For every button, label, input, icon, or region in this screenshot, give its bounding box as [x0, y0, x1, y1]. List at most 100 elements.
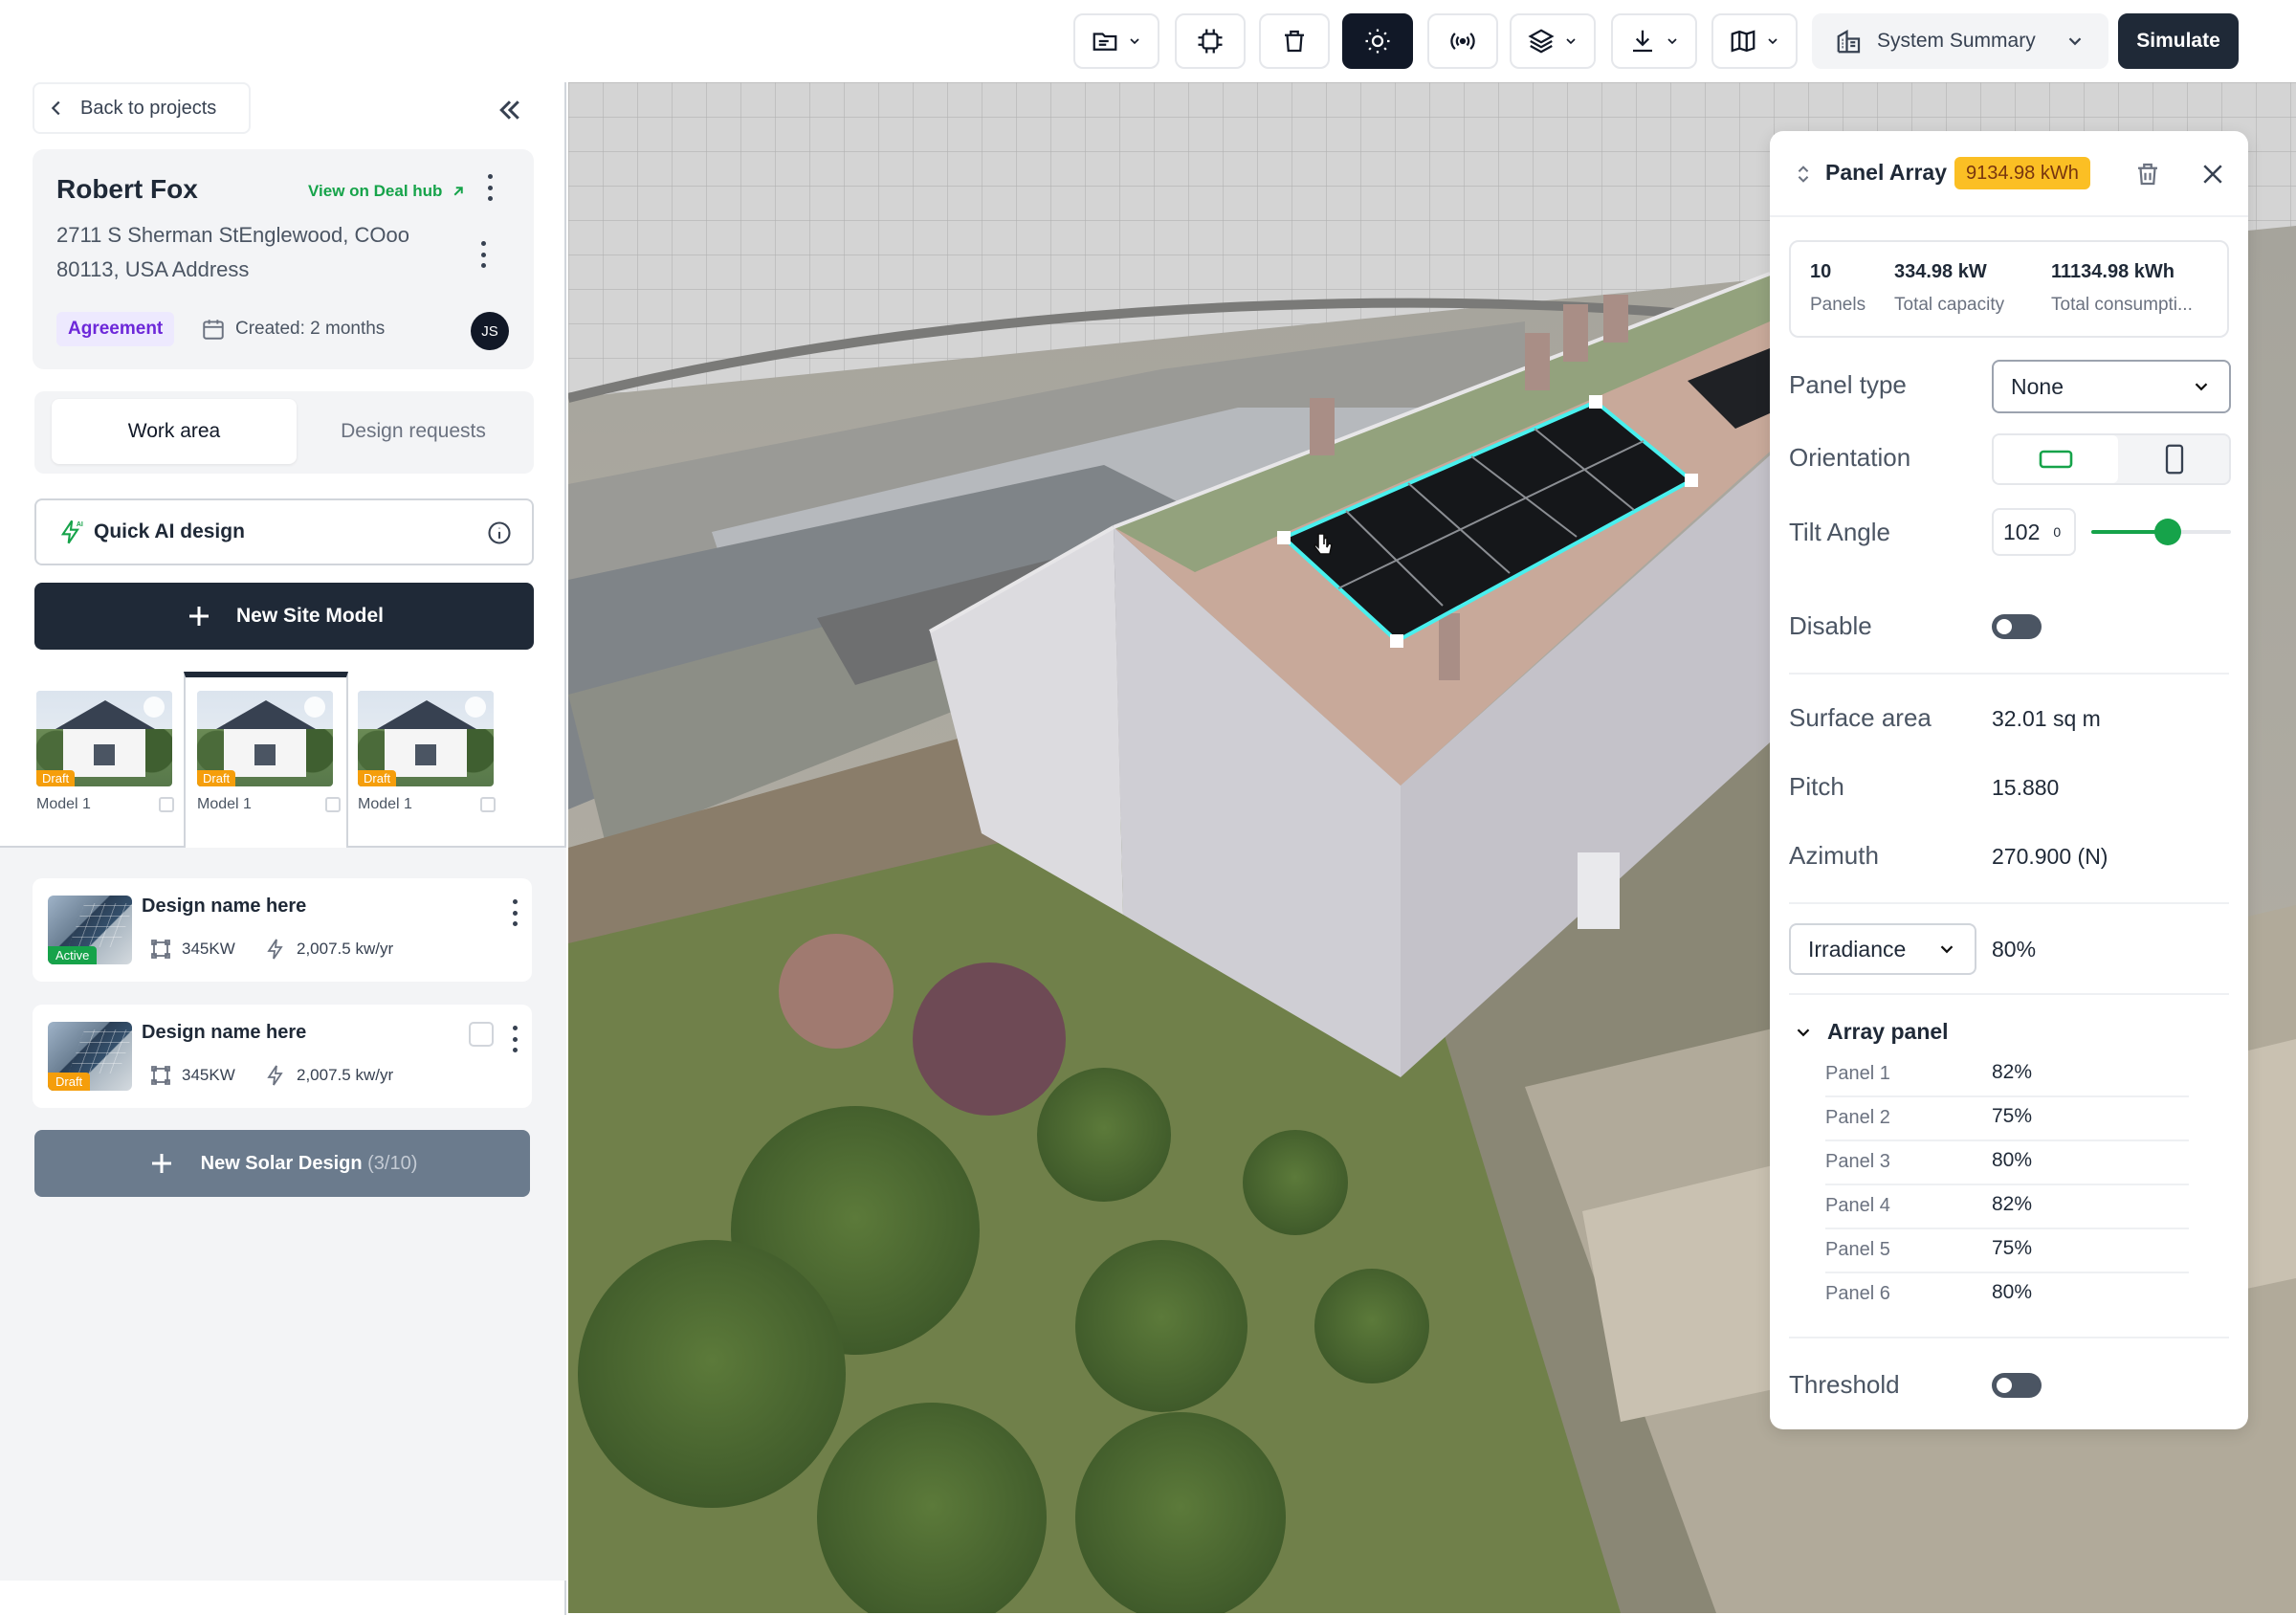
panel-percent: 82%	[1992, 1193, 2033, 1215]
map-menu-button[interactable]	[1711, 13, 1798, 69]
chip-tool-button[interactable]	[1175, 13, 1246, 69]
status-badge: Agreement	[56, 312, 175, 346]
download-menu-button[interactable]	[1611, 13, 1697, 69]
irradiance-label: Irradiance	[1808, 936, 1907, 962]
quick-ai-design-button[interactable]: AI Quick AI design	[34, 498, 534, 565]
new-solar-label: New Solar Design	[200, 1152, 363, 1174]
design-name: Design name here	[142, 1022, 307, 1043]
disable-label: Disable	[1789, 611, 1872, 640]
new-solar-design-button[interactable]: New Solar Design (3/10)	[34, 1130, 530, 1197]
panel-name: Panel 4	[1825, 1195, 1890, 1216]
irradiance-value: 80%	[1992, 937, 2037, 962]
layers-menu-button[interactable]	[1510, 13, 1596, 69]
site-model-card[interactable]: Draft Model 1	[36, 691, 180, 813]
bolt-icon	[267, 939, 283, 960]
chevron-down-icon	[2195, 383, 2208, 391]
stat-value: 11134.98 kWh	[2051, 261, 2175, 282]
array-panel-row: Panel 6 80%	[1825, 1273, 2189, 1317]
area-icon	[151, 1066, 170, 1085]
stat-label: Total consumpti...	[2051, 295, 2193, 315]
download-icon	[1633, 30, 1652, 53]
chevron-left-icon	[51, 100, 60, 116]
model-menu-icon[interactable]	[144, 697, 165, 718]
array-panel-row: Panel 2 75%	[1825, 1097, 2189, 1141]
sort-icon[interactable]	[1793, 162, 1814, 187]
model-menu-icon[interactable]	[304, 697, 325, 718]
model-checkbox[interactable]	[325, 797, 341, 812]
chevron-down-icon	[1797, 1028, 1810, 1036]
orientation-landscape[interactable]	[1994, 435, 2118, 483]
address-menu-icon[interactable]	[474, 237, 493, 272]
design-card[interactable]: Draft Design name here 345KW 2,007.5 kw/…	[33, 1005, 532, 1108]
plus-icon	[188, 607, 209, 626]
simulate-button[interactable]: Simulate	[2118, 13, 2239, 69]
model-label: Model 1	[36, 796, 91, 812]
avatar[interactable]: JS	[471, 312, 509, 350]
portrait-icon	[2165, 444, 2184, 475]
chevron-down-icon	[1566, 38, 1576, 45]
yield-value: 2,007.5 kw/yr	[297, 1066, 394, 1084]
stat-label: Total capacity	[1894, 295, 2005, 315]
file-menu-button[interactable]	[1073, 13, 1159, 69]
broadcast-tool-button[interactable]	[1427, 13, 1498, 69]
irradiance-select[interactable]: Irradiance	[1789, 923, 1976, 975]
back-to-projects-button[interactable]: Back to projects	[33, 82, 251, 134]
model-checkbox[interactable]	[159, 797, 174, 812]
panel-type-select[interactable]: None	[1992, 360, 2231, 413]
tilt-angle-input[interactable]: 102 0	[1992, 508, 2076, 556]
new-site-label: New Site Model	[235, 605, 385, 627]
tilt-slider[interactable]	[2091, 519, 2231, 545]
pitch-label: Pitch	[1789, 772, 1844, 801]
design-menu-icon[interactable]	[505, 896, 524, 930]
chevron-down-icon	[1940, 945, 1954, 954]
plus-icon	[151, 1154, 171, 1173]
inspector-header: Panel Array 9134.98 kWh	[1770, 131, 2248, 217]
created-date: Created: 2 months	[201, 310, 385, 348]
design-checkbox[interactable]	[469, 1022, 494, 1047]
stat-value: 10	[1810, 261, 1832, 282]
disable-toggle[interactable]	[1992, 614, 2042, 639]
model-checkbox[interactable]	[480, 797, 496, 812]
quick-ai-label: Quick AI design	[94, 520, 245, 542]
top-toolbar: System Summary Simulate	[0, 0, 2296, 82]
panel-percent: 75%	[1992, 1237, 2033, 1259]
design-menu-icon[interactable]	[505, 1022, 524, 1056]
deal-hub-link[interactable]: View on Deal hub	[308, 182, 467, 201]
tilt-unit: 0	[2053, 524, 2062, 540]
design-capacity: 345KW	[149, 1064, 235, 1087]
sun-icon	[1365, 29, 1390, 54]
chevron-down-icon	[1130, 38, 1139, 45]
model-menu-icon[interactable]	[465, 697, 486, 718]
close-icon[interactable]	[2198, 160, 2227, 188]
trash-icon[interactable]	[2133, 160, 2162, 188]
delete-tool-button[interactable]	[1259, 13, 1330, 69]
sun-tool-button[interactable]	[1342, 13, 1413, 69]
project-sidebar: Back to projects Robert Fox View on Deal…	[0, 82, 566, 1615]
array-panel-title: Array panel	[1827, 1019, 1949, 1044]
landscape-icon	[2039, 450, 2073, 469]
design-card[interactable]: Active Design name here 345KW 2,007.5 kw…	[33, 878, 532, 982]
broadcast-icon	[1450, 33, 1475, 50]
stat-capacity: 334.98 kW Total capacity	[1894, 261, 2004, 316]
tab-design-requests[interactable]: Design requests	[291, 399, 536, 464]
back-label: Back to projects	[80, 97, 217, 119]
customer-menu-icon[interactable]	[480, 170, 499, 205]
system-summary-dropdown[interactable]: System Summary	[1812, 13, 2108, 69]
collapse-sidebar-icon[interactable]	[496, 96, 524, 124]
panel-percent: 75%	[1992, 1105, 2033, 1127]
orientation-portrait[interactable]	[2112, 435, 2237, 483]
model-thumbnail: Draft	[36, 691, 172, 786]
orientation-label: Orientation	[1789, 443, 1911, 472]
threshold-toggle[interactable]	[1992, 1373, 2042, 1398]
site-model-card[interactable]: Draft Model 1	[358, 691, 501, 813]
tilt-slider-knob[interactable]	[2154, 519, 2182, 545]
site-model-card-selected[interactable]: Draft Model 1	[184, 672, 348, 848]
new-site-model-button[interactable]: New Site Model	[34, 583, 534, 650]
tilt-value: 102	[2003, 519, 2041, 544]
array-panel-row: Panel 3 80%	[1825, 1141, 2189, 1185]
tab-work-area[interactable]: Work area	[52, 399, 297, 464]
bolt-icon	[267, 1065, 283, 1086]
model-thumbnail: Draft	[197, 691, 333, 786]
array-panel-toggle[interactable]: Array panel	[1793, 1019, 1949, 1045]
info-icon[interactable]	[486, 520, 513, 546]
